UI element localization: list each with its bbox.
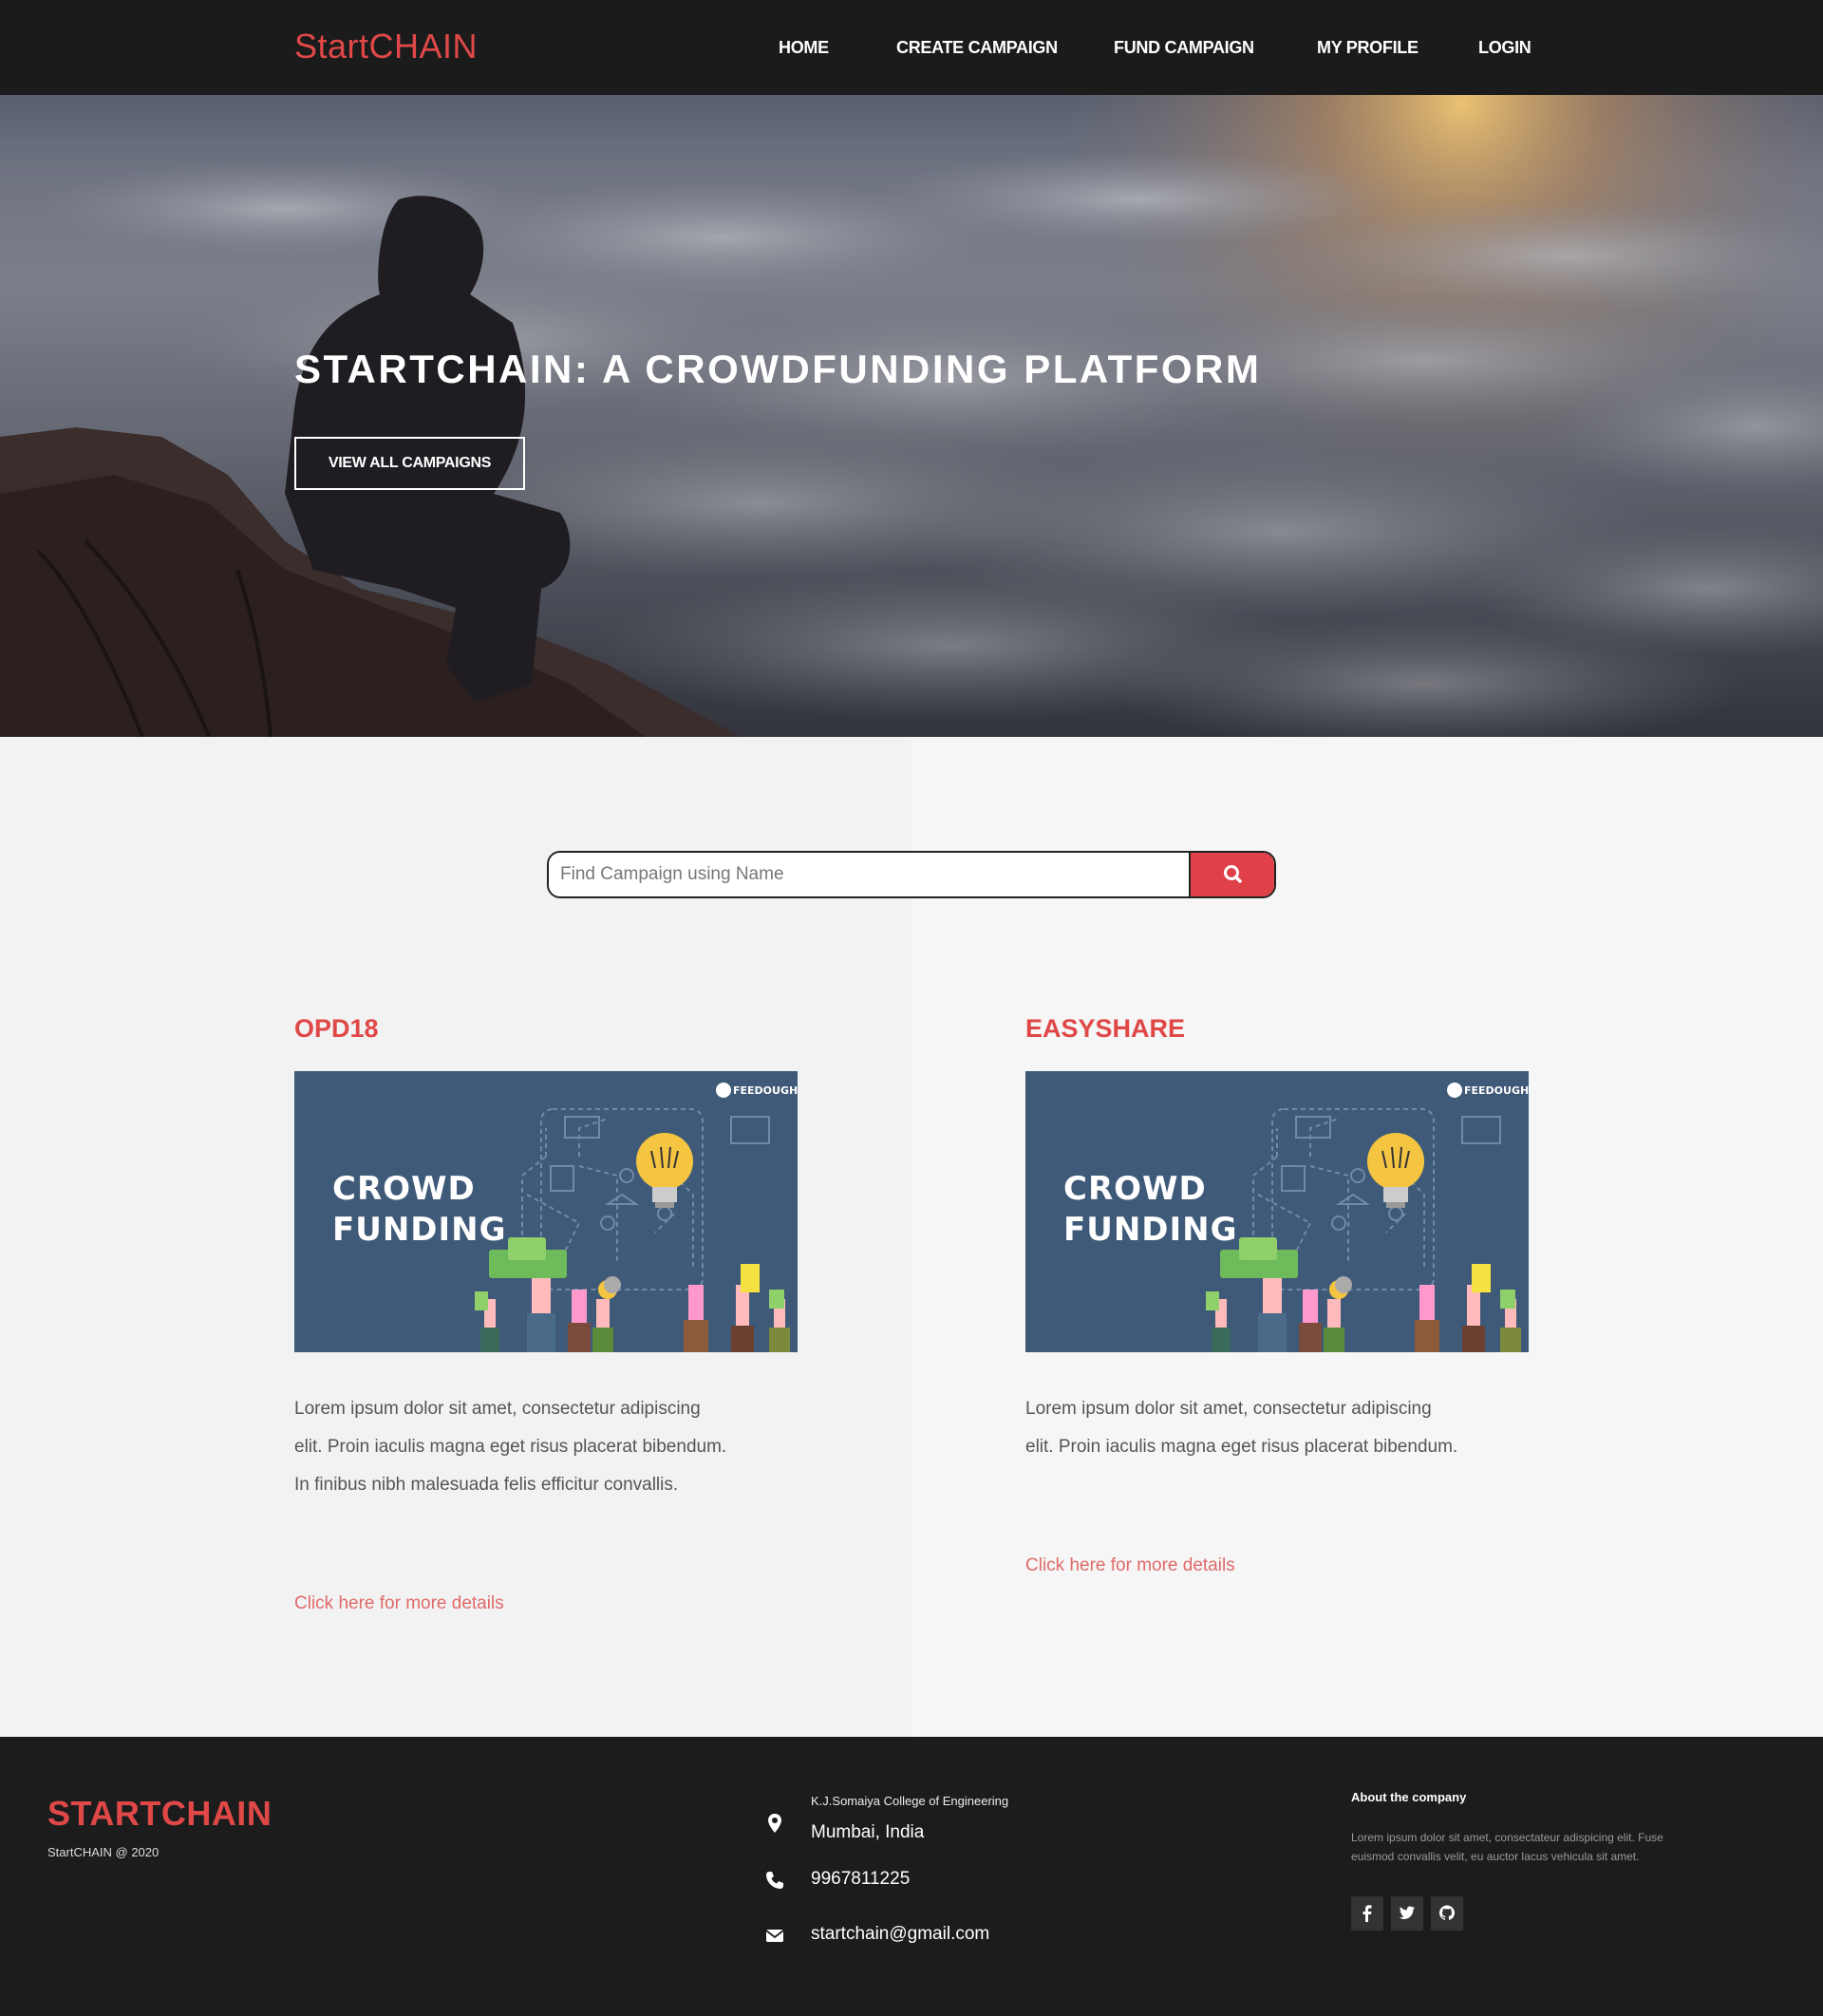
campaign-search-bar [547,851,1276,898]
crowdfunding-illustration: CROWD FUNDING FEEDOUGH [1063,1083,1529,1352]
twitter-button[interactable] [1391,1896,1423,1931]
svg-text:FEEDOUGH: FEEDOUGH [1464,1084,1529,1097]
footer-college: K.J.Somaiya College of Engineering [811,1794,1009,1808]
footer-copyright: StartCHAIN @ 2020 [47,1845,160,1859]
crowdfunding-illustration: CROWD FUNDING FEEDOUGH [332,1083,798,1352]
view-all-campaigns-button[interactable]: VIEW ALL CAMPAIGNS [294,437,525,490]
campaigns-section: OPD18 CROWD FUNDING FEEDOUGH [0,737,1823,1737]
campaign-name[interactable]: EASYSHARE [1025,1014,1529,1052]
envelope-icon [765,1930,784,1942]
svg-text:FEEDOUGH: FEEDOUGH [733,1084,798,1097]
campaign-image[interactable]: CROWD FUNDING FEEDOUGH [294,1071,798,1352]
image-caption-line1: CROWD [1063,1170,1207,1208]
github-icon [1439,1905,1455,1920]
facebook-icon [1363,1905,1372,1922]
footer-email[interactable]: startchain@gmail.com [811,1924,989,1945]
image-caption-line2: FUNDING [1063,1211,1238,1249]
campaign-name[interactable]: OPD18 [294,1014,798,1052]
footer-brand: STARTCHAIN [47,1794,273,1833]
footer: STARTCHAIN StartCHAIN @ 2020 K.J.Somaiya… [0,1737,1823,2016]
phone-icon [766,1872,783,1889]
campaign-card: EASYSHARE CROWD FUNDING FEEDOUGH Lorem i… [1025,1014,1529,1457]
footer-city: Mumbai, India [811,1822,925,1842]
footer-phone[interactable]: 9967811225 [811,1869,910,1890]
nav-item-my-profile[interactable]: MY PROFILE [1317,38,1419,61]
search-icon [1224,865,1242,883]
nav-item-home[interactable]: HOME [779,38,829,61]
campaign-search-input[interactable] [549,853,1191,896]
feedough-logo-icon: FEEDOUGH [716,1083,798,1098]
campaign-card: OPD18 CROWD FUNDING FEEDOUGH Lorem ipsum… [294,1014,798,1495]
campaign-image[interactable]: CROWD FUNDING FEEDOUGH [1025,1071,1529,1352]
github-button[interactable] [1431,1896,1463,1931]
nav-item-fund-campaign[interactable]: FUND CAMPAIGN [1114,38,1254,61]
opd18-details-link[interactable]: Click here for more details [294,1593,504,1614]
feedough-logo-icon: FEEDOUGH [1447,1083,1529,1098]
twitter-icon [1399,1906,1415,1919]
campaign-description: Lorem ipsum dolor sit amet, consectetur … [1025,1399,1458,1457]
map-marker-icon [768,1814,781,1833]
hero-title: STARTCHAIN: A CROWDFUNDING PLATFORM [294,347,1262,391]
hero-background-image [0,95,1823,737]
image-caption-line2: FUNDING [332,1211,507,1249]
nav-item-login[interactable]: LOGIN [1478,38,1532,61]
brand-logo[interactable]: StartCHAIN [294,27,478,66]
easyshare-details-link[interactable]: Click here for more details [1025,1555,1235,1576]
image-caption-line1: CROWD [332,1170,476,1208]
search-button[interactable] [1189,853,1274,896]
top-navbar: StartCHAIN HOME CREATE CAMPAIGN FUND CAM… [0,0,1823,95]
footer-about-text: Lorem ipsum dolor sit amet, consectateur… [1351,1831,1663,1863]
campaign-description: Lorem ipsum dolor sit amet, consectetur … [294,1399,727,1495]
nav-item-create-campaign[interactable]: CREATE CAMPAIGN [896,38,1058,61]
footer-about-heading: About the company [1351,1790,1467,1804]
facebook-button[interactable] [1351,1896,1383,1931]
hero-banner: STARTCHAIN: A CROWDFUNDING PLATFORM VIEW… [0,95,1823,737]
